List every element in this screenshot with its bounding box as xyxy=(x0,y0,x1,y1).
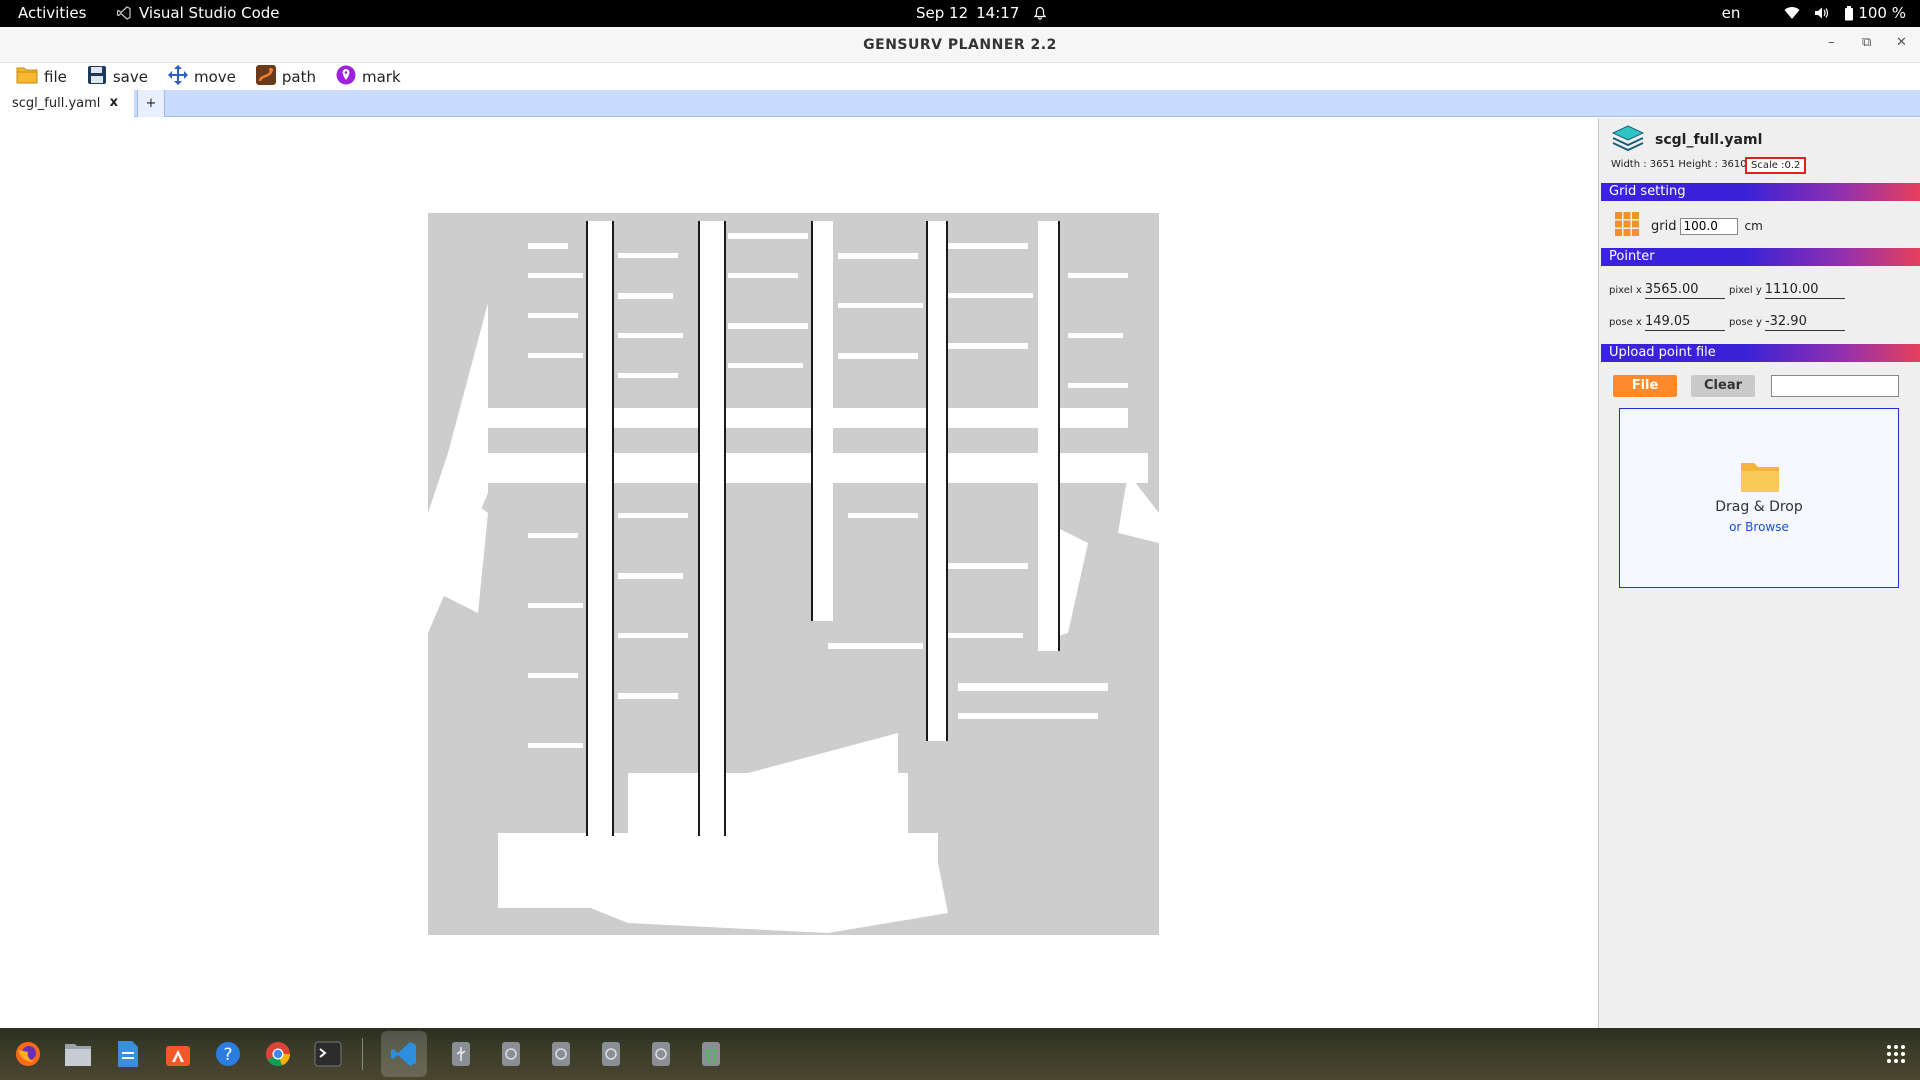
notification-bell-icon xyxy=(1033,6,1047,20)
map-scale-badge: Scale :0.2 xyxy=(1745,157,1807,174)
firefox-icon[interactable] xyxy=(12,1038,44,1070)
disk-icon[interactable] xyxy=(595,1038,627,1070)
trash-icon[interactable] xyxy=(695,1038,727,1070)
volume-icon xyxy=(1814,6,1830,20)
svg-text:?: ? xyxy=(223,1045,232,1065)
battery-percent: 100 % xyxy=(1858,4,1906,22)
language-indicator[interactable]: en xyxy=(1722,4,1741,22)
pose-x-label: pose x xyxy=(1609,317,1642,328)
clock-menu[interactable]: Sep 12 14:17 xyxy=(916,4,1047,22)
grid-icon xyxy=(1615,212,1639,240)
window-title-bar[interactable]: GENSURV PLANNER 2.2 – ⧉ ✕ xyxy=(0,27,1920,63)
app-center-icon[interactable] xyxy=(162,1038,194,1070)
document-tab-strip: scgl_full.yaml x + xyxy=(0,90,1920,117)
activities-button[interactable]: Activities xyxy=(18,4,86,22)
mark-tool-button[interactable]: mark xyxy=(336,65,401,89)
add-tab-button[interactable]: + xyxy=(137,90,165,117)
chrome-icon[interactable] xyxy=(262,1038,294,1070)
file-tool-button[interactable]: file xyxy=(16,65,67,88)
pixel-x-value: 3565.00 xyxy=(1644,282,1725,299)
pose-x-value: 149.05 xyxy=(1644,314,1725,331)
grid-setting-row: grid cm xyxy=(1615,212,1763,240)
pixel-x-row: pixel x 3565.00 xyxy=(1609,282,1725,299)
taskbar-dock: ? xyxy=(0,1028,1920,1080)
file-path-field[interactable] xyxy=(1771,375,1899,397)
pose-y-value: -32.90 xyxy=(1764,314,1845,331)
save-tool-label: save xyxy=(112,67,148,86)
vscode-small-icon xyxy=(117,6,131,20)
date-text: Sep 12 xyxy=(916,4,969,22)
disk-icon[interactable] xyxy=(495,1038,527,1070)
folder-icon xyxy=(16,65,38,88)
grid-setting-header: Grid setting xyxy=(1601,183,1920,201)
files-icon[interactable] xyxy=(62,1038,94,1070)
path-tool-label: path xyxy=(281,67,316,86)
map-canvas-area[interactable] xyxy=(0,118,1598,1028)
pixel-y-row: pixel y 1110.00 xyxy=(1729,282,1845,299)
close-window-icon[interactable]: ✕ xyxy=(1896,35,1907,50)
battery-icon xyxy=(1844,5,1854,21)
clear-button[interactable]: Clear xyxy=(1691,375,1755,397)
show-apps-icon[interactable] xyxy=(1886,1044,1906,1068)
usb-icon[interactable] xyxy=(445,1038,477,1070)
grid-label: grid xyxy=(1651,218,1677,234)
folder-drop-icon xyxy=(1740,459,1780,497)
upload-point-file-header: Upload point file xyxy=(1601,344,1920,362)
text-editor-icon[interactable] xyxy=(112,1038,144,1070)
system-tray[interactable]: en 100 % xyxy=(1722,4,1906,22)
move-arrows-icon xyxy=(167,64,188,89)
layers-icon xyxy=(1611,124,1645,160)
tab-label: scgl_full.yaml xyxy=(12,96,101,111)
drag-drop-text: Drag & Drop xyxy=(1715,499,1803,515)
main-toolbar: file save move path mark xyxy=(0,63,1920,90)
terminal-icon[interactable] xyxy=(312,1038,344,1070)
grid-unit: cm xyxy=(1744,219,1763,233)
map-marker-icon xyxy=(336,65,356,89)
help-icon[interactable]: ? xyxy=(212,1038,244,1070)
file-tool-label: file xyxy=(44,67,67,86)
pose-y-label: pose y xyxy=(1729,317,1762,328)
pose-x-row: pose x 149.05 xyxy=(1609,314,1725,331)
focused-app-name: Visual Studio Code xyxy=(139,4,280,22)
wifi-icon xyxy=(1784,6,1800,20)
pose-y-row: pose y -32.90 xyxy=(1729,314,1845,331)
time-text: 14:17 xyxy=(976,4,1020,22)
pointer-header: Pointer xyxy=(1601,248,1920,266)
pixel-y-value: 1110.00 xyxy=(1764,282,1845,299)
route-path-icon xyxy=(255,64,276,89)
map-file-name: scgl_full.yaml xyxy=(1655,132,1763,148)
disk-icon[interactable] xyxy=(545,1038,577,1070)
dock-separator xyxy=(362,1038,363,1070)
vscode-icon[interactable] xyxy=(381,1031,427,1077)
battery-indicator: 100 % xyxy=(1844,4,1906,22)
move-tool-label: move xyxy=(193,67,236,86)
occupancy-grid-map[interactable] xyxy=(428,213,1159,935)
disk-icon[interactable] xyxy=(645,1038,677,1070)
save-tool-button[interactable]: save xyxy=(87,65,148,89)
minimize-icon[interactable]: – xyxy=(1828,35,1835,50)
floppy-disk-icon xyxy=(87,65,107,89)
move-tool-button[interactable]: move xyxy=(167,64,236,89)
mark-tool-label: mark xyxy=(362,67,401,86)
map-dimensions: Width : 3651 Height : 3610 xyxy=(1611,159,1747,170)
pixel-x-label: pixel x xyxy=(1609,285,1642,296)
drag-drop-zone[interactable]: Drag & Drop or Browse xyxy=(1619,408,1899,588)
pixel-y-label: pixel y xyxy=(1729,285,1762,296)
window-title: GENSURV PLANNER 2.2 xyxy=(863,37,1057,53)
tab-scgl-full[interactable]: scgl_full.yaml x xyxy=(0,90,134,117)
path-tool-button[interactable]: path xyxy=(255,64,316,89)
browse-link[interactable]: or Browse xyxy=(1620,520,1898,534)
restore-icon[interactable]: ⧉ xyxy=(1862,35,1871,50)
focused-app-menu[interactable]: Visual Studio Code xyxy=(117,4,280,22)
properties-panel: scgl_full.yaml Width : 3651 Height : 361… xyxy=(1598,118,1920,1028)
file-button[interactable]: File xyxy=(1613,375,1677,397)
close-tab-icon[interactable]: x xyxy=(110,95,118,110)
grid-size-input[interactable] xyxy=(1680,217,1739,235)
system-top-bar: Activities Visual Studio Code Sep 12 14:… xyxy=(0,0,1920,27)
